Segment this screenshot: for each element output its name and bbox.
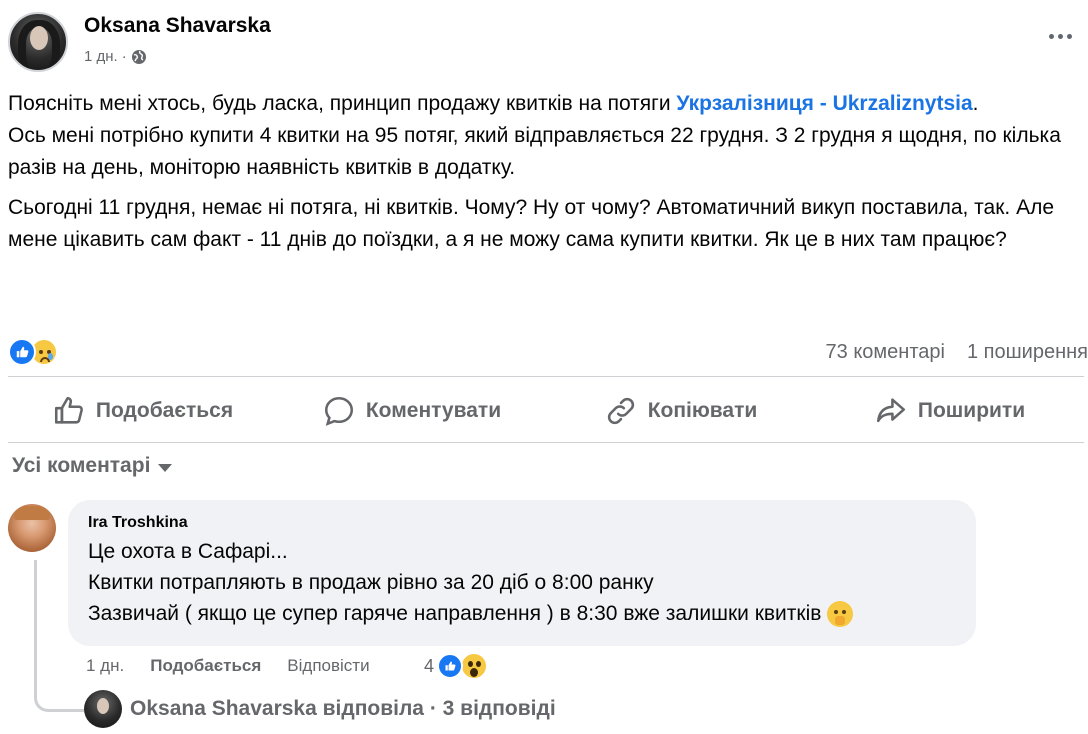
page-mention-link[interactable]: Укрзалізниця - Ukrzaliznytsia <box>676 92 972 115</box>
comment-label: Коментувати <box>365 399 502 422</box>
dot-icon <box>1066 33 1072 39</box>
dot-icon <box>1057 33 1063 39</box>
shushing-face-emoji-icon <box>827 600 854 627</box>
comment-line-2: Квитки потрапляють в продаж рівно за 20 … <box>88 571 654 594</box>
copy-button[interactable]: Копіювати <box>546 384 815 438</box>
reactions-summary: 73 коментарі 1 поширення <box>8 336 1088 368</box>
more-options-button[interactable] <box>1040 24 1080 48</box>
comment-icon <box>324 396 353 426</box>
globe-icon <box>131 49 146 64</box>
post-actions: Подобається Коментувати Копіювати Пошири… <box>8 384 1084 438</box>
meta-separator: · <box>121 48 127 65</box>
view-replies-link[interactable]: Oksana Shavarska відповіла · 3 відповіді <box>84 690 556 728</box>
comments-count[interactable]: 73 коментарі <box>826 341 945 364</box>
share-button[interactable]: Поширити <box>815 384 1084 438</box>
share-icon <box>876 398 905 423</box>
wow-reaction-icon <box>460 652 489 680</box>
post-paragraph-1: Поясніть мені хтось, будь ласка, принцип… <box>8 92 1061 179</box>
comment-actions: 1 дн. Подобається Відповісти <box>86 656 370 676</box>
dot-icon <box>1048 33 1054 39</box>
like-label: Подобається <box>95 399 234 422</box>
thumbs-up-icon <box>54 396 83 424</box>
like-reaction-icon <box>437 653 464 679</box>
post-paragraph-2: Сьогодні 11 грудня, немає ні потяга, ні … <box>8 196 1055 251</box>
author-avatar[interactable] <box>8 12 68 72</box>
reply-summary: Oksana Shavarska відповіла · 3 відповіді <box>130 697 556 720</box>
caret-down-icon <box>158 464 173 472</box>
reply-author-avatar <box>84 690 122 728</box>
share-label: Поширити <box>917 399 1026 422</box>
divider <box>8 442 1084 443</box>
post-meta: 1 дн. · <box>84 48 147 65</box>
comments-filter-dropdown[interactable]: Усі коментарі <box>12 454 173 478</box>
divider <box>8 376 1084 377</box>
comment-like-button[interactable]: Подобається <box>150 656 261 676</box>
post-time[interactable]: 1 дн. <box>84 48 118 65</box>
post-header: Oksana Shavarska 1 дн. · <box>8 8 1080 72</box>
comment-button[interactable]: Коментувати <box>277 384 546 438</box>
reaction-icons[interactable] <box>8 338 58 366</box>
comment-reactions[interactable]: 4 <box>424 652 489 680</box>
like-button[interactable]: Подобається <box>8 384 277 438</box>
commenter-name[interactable]: Ira Troshkina <box>88 514 956 532</box>
copy-label: Копіювати <box>647 399 758 422</box>
shares-count[interactable]: 1 поширення <box>967 341 1088 364</box>
comment-reaction-count: 4 <box>424 655 435 676</box>
comment-line-3: Зазвичай ( якщо це супер гаряче направле… <box>88 598 956 629</box>
post-text: Поясніть мені хтось, будь ласка, принцип… <box>8 88 1080 264</box>
comment-reply-button[interactable]: Відповісти <box>287 656 369 676</box>
comment-time[interactable]: 1 дн. <box>86 656 124 676</box>
like-reaction-icon <box>8 338 36 366</box>
comment-line-1: Це охота в Сафарі... <box>88 540 288 563</box>
comments-filter-label: Усі коментарі <box>12 454 151 477</box>
commenter-avatar[interactable] <box>8 504 56 552</box>
link-icon <box>607 397 634 425</box>
author-name[interactable]: Oksana Shavarska <box>84 14 271 38</box>
comment-bubble: Ira Troshkina Це охота в Сафарі... Квитк… <box>68 500 976 646</box>
